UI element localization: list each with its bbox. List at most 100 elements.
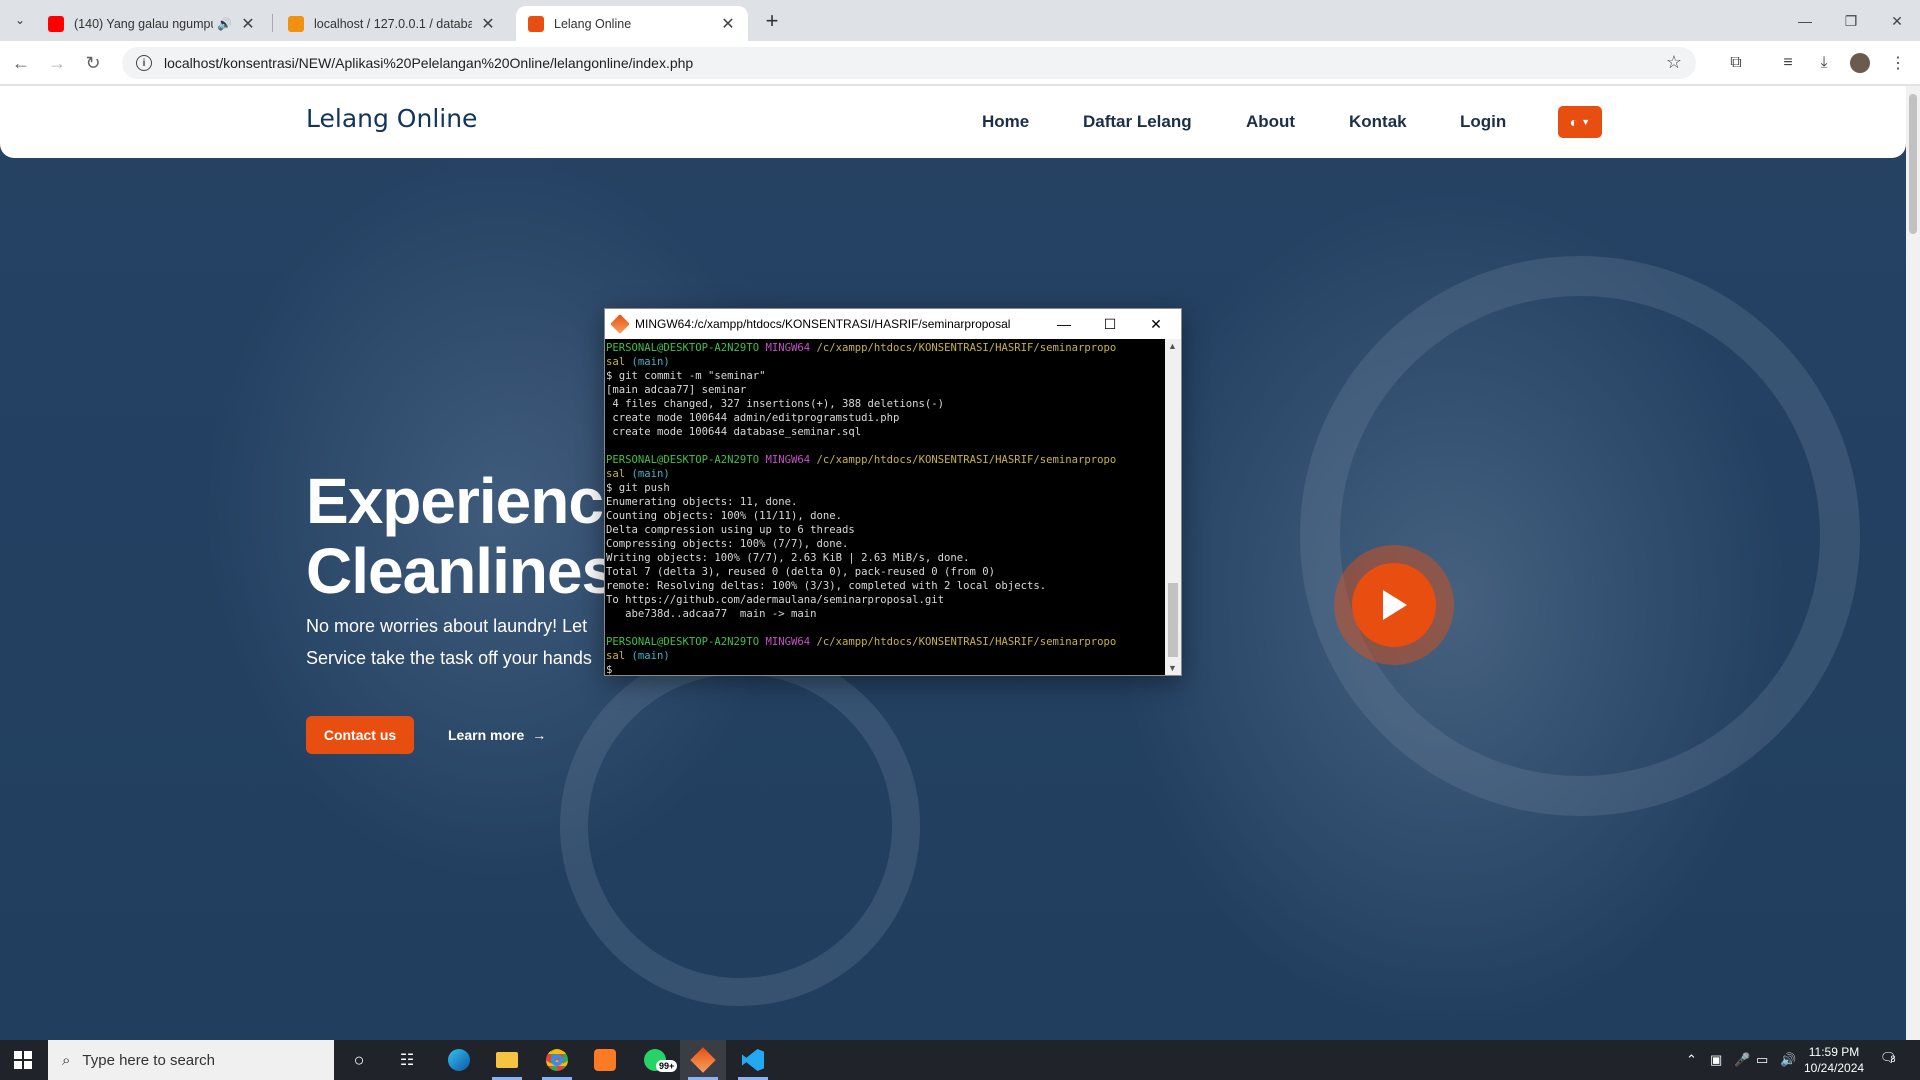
taskbar-search-input[interactable]: ⌕ Type here to search bbox=[48, 1040, 334, 1080]
nav-home[interactable]: Home bbox=[982, 112, 1029, 132]
profile-avatar-icon[interactable] bbox=[1848, 51, 1872, 75]
tab-title: localhost / 127.0.0.1 / database bbox=[314, 16, 472, 31]
close-window-icon[interactable]: ✕ bbox=[1874, 6, 1920, 36]
site-logo[interactable]: Lelang Online bbox=[306, 104, 477, 133]
scroll-down-icon[interactable]: ▼ bbox=[1168, 663, 1177, 673]
volume-icon[interactable]: 🔊 bbox=[1780, 1052, 1796, 1068]
address-bar[interactable]: i localhost/konsentrasi/NEW/Aplikasi%20P… bbox=[122, 47, 1696, 79]
git-bash-taskbar-icon[interactable] bbox=[680, 1040, 726, 1080]
task-view-icon[interactable]: ☷ bbox=[384, 1040, 430, 1080]
terminal-line: abe738d..adcaa77 main -> main bbox=[606, 608, 817, 620]
tab-search-icon[interactable]: ⌄ bbox=[8, 8, 32, 32]
edge-icon[interactable] bbox=[436, 1040, 482, 1080]
tab-title: Lelang Online bbox=[554, 16, 632, 31]
background-washer-icon bbox=[1300, 256, 1860, 816]
terminal-scroll-thumb[interactable] bbox=[1168, 583, 1178, 657]
terminal-line: Delta compression using up to 6 threads bbox=[606, 524, 855, 536]
xampp-icon[interactable] bbox=[582, 1040, 628, 1080]
tab-lelang-online[interactable]: Lelang Online ✕ bbox=[516, 6, 748, 41]
terminal-line: Enumerating objects: 11, done. bbox=[606, 496, 798, 508]
terminal-line: Writing objects: 100% (7/7), 2.63 KiB | … bbox=[606, 552, 970, 564]
terminal-titlebar[interactable]: MINGW64:/c/xampp/htdocs/KONSENTRASI/HASR… bbox=[605, 309, 1181, 339]
arrow-right-icon: → bbox=[532, 727, 547, 743]
clock-date: 10/24/2024 bbox=[1804, 1061, 1865, 1075]
terminal-scrollbar[interactable]: ▲ ▼ bbox=[1165, 339, 1181, 675]
whatsapp-icon[interactable]: 99+ bbox=[632, 1040, 678, 1080]
terminal-line: create mode 100644 admin/editprogramstud… bbox=[606, 412, 900, 424]
terminal-line: $ git commit -m "seminar" bbox=[606, 370, 766, 382]
cortana-icon[interactable]: ○ bbox=[336, 1040, 382, 1080]
browser-toolbar: ← → ↻ i localhost/konsentrasi/NEW/Aplika… bbox=[0, 41, 1920, 85]
phpmyadmin-icon bbox=[288, 15, 304, 32]
scrollbar-thumb[interactable] bbox=[1909, 94, 1917, 234]
prompt-path: sal bbox=[606, 650, 626, 662]
terminal-line: [main adcaa77] seminar bbox=[606, 384, 747, 396]
terminal-line: Total 7 (delta 3), reused 0 (delta 0), p… bbox=[606, 566, 996, 578]
windows-start-icon[interactable] bbox=[0, 1040, 46, 1080]
menu-kebab-icon[interactable]: ⋮ bbox=[1886, 51, 1910, 75]
hero-subtitle-line: Service take the task off your hands bbox=[306, 648, 592, 668]
media-control-icon[interactable]: ≡ bbox=[1776, 51, 1800, 75]
minimize-icon[interactable]: — bbox=[1782, 6, 1828, 36]
site-info-icon[interactable]: i bbox=[136, 55, 152, 71]
taskbar-clock[interactable]: 11:59 PM 10/24/2024 bbox=[1804, 1044, 1864, 1076]
prompt-path: /c/xampp/htdocs/KONSENTRASI/HASRIF/semin… bbox=[816, 454, 1117, 466]
youtube-icon bbox=[48, 15, 64, 32]
terminal-line: Counting objects: 100% (11/11), done. bbox=[606, 510, 842, 522]
site-favicon-icon bbox=[528, 15, 544, 32]
nav-about[interactable]: About bbox=[1246, 112, 1295, 132]
contact-us-button[interactable]: Contact us bbox=[306, 716, 414, 754]
prompt-env: MINGW64 bbox=[765, 454, 811, 466]
close-tab-icon[interactable]: ✕ bbox=[720, 14, 736, 34]
tray-chevron-up-icon[interactable]: ⌃ bbox=[1686, 1052, 1697, 1068]
hero-subtitle-line: No more worries about laundry! Let bbox=[306, 616, 588, 636]
prompt-path: sal bbox=[606, 356, 626, 368]
back-icon[interactable]: ← bbox=[8, 50, 34, 76]
close-tab-icon[interactable]: ✕ bbox=[480, 14, 496, 34]
url-text: localhost/konsentrasi/NEW/Aplikasi%20Pel… bbox=[164, 55, 694, 71]
notifications-icon[interactable]: 🗨8 bbox=[1880, 1050, 1897, 1066]
terminal-output[interactable]: PERSONAL@DESKTOP-A2N29TO MINGW64 /c/xamp… bbox=[605, 339, 1165, 675]
vscode-icon[interactable] bbox=[730, 1040, 776, 1080]
hero-title-line: Experience bbox=[306, 466, 606, 537]
terminal-line: To https://github.com/adermaulana/semina… bbox=[606, 594, 945, 606]
forward-icon[interactable]: → bbox=[44, 50, 70, 76]
download-icon[interactable]: ⤓ bbox=[1812, 51, 1836, 75]
network-icon[interactable]: ▭ bbox=[1756, 1052, 1768, 1068]
close-tab-icon[interactable]: ✕ bbox=[240, 14, 256, 34]
windows-taskbar: ⌕ Type here to search ○ ☷ 99+ ⌃ ▣ 🎤 ▭ 🔊 … bbox=[0, 1040, 1920, 1080]
meet-now-icon[interactable]: ▣ bbox=[1710, 1052, 1722, 1068]
tab-youtube[interactable]: (140) Yang galau ngumpul 🔊 ✕ bbox=[36, 6, 268, 41]
play-button-inner bbox=[1352, 563, 1436, 647]
reload-icon[interactable]: ↻ bbox=[80, 50, 106, 76]
tab-phpmyadmin[interactable]: localhost / 127.0.0.1 / database ✕ bbox=[276, 6, 508, 41]
terminal-close-icon[interactable]: ✕ bbox=[1133, 309, 1179, 339]
chrome-icon[interactable] bbox=[534, 1040, 580, 1080]
bookmark-star-icon[interactable]: ☆ bbox=[1666, 52, 1682, 73]
git-bash-window[interactable]: MINGW64:/c/xampp/htdocs/KONSENTRASI/HASR… bbox=[604, 308, 1182, 676]
chevron-down-icon: ▼ bbox=[1581, 117, 1591, 127]
prompt-user: PERSONAL@DESKTOP-A2N29TO bbox=[606, 454, 760, 466]
scroll-up-icon[interactable]: ▲ bbox=[1168, 341, 1177, 351]
prompt-path: /c/xampp/htdocs/KONSENTRASI/HASRIF/semin… bbox=[816, 342, 1117, 354]
play-icon bbox=[1383, 590, 1407, 620]
nav-kontak[interactable]: Kontak bbox=[1349, 112, 1407, 132]
speaker-icon[interactable]: 🔊 bbox=[217, 17, 232, 31]
extensions-icon[interactable]: ⧉ bbox=[1724, 51, 1748, 75]
new-tab-icon[interactable]: + bbox=[760, 8, 784, 34]
theme-toggle-button[interactable]: ◐ ▼ bbox=[1558, 106, 1602, 138]
microphone-icon[interactable]: 🎤 bbox=[1734, 1052, 1750, 1068]
file-explorer-icon[interactable] bbox=[484, 1040, 530, 1080]
tab-strip: ⌄ (140) Yang galau ngumpul 🔊 ✕ localhost… bbox=[0, 0, 1920, 41]
play-video-button[interactable] bbox=[1334, 545, 1454, 665]
terminal-title: MINGW64:/c/xampp/htdocs/KONSENTRASI/HASR… bbox=[635, 317, 1011, 331]
prompt-user: PERSONAL@DESKTOP-A2N29TO bbox=[606, 636, 760, 648]
nav-login[interactable]: Login bbox=[1460, 112, 1506, 132]
learn-more-link[interactable]: Learn more → bbox=[448, 716, 546, 754]
page-scrollbar[interactable] bbox=[1906, 86, 1920, 1040]
nav-daftar-lelang[interactable]: Daftar Lelang bbox=[1083, 112, 1192, 132]
notification-badge: 99+ bbox=[656, 1060, 678, 1072]
restore-icon[interactable]: ❐ bbox=[1828, 6, 1874, 36]
terminal-maximize-icon[interactable]: ☐ bbox=[1087, 309, 1133, 339]
terminal-minimize-icon[interactable]: — bbox=[1041, 309, 1087, 339]
